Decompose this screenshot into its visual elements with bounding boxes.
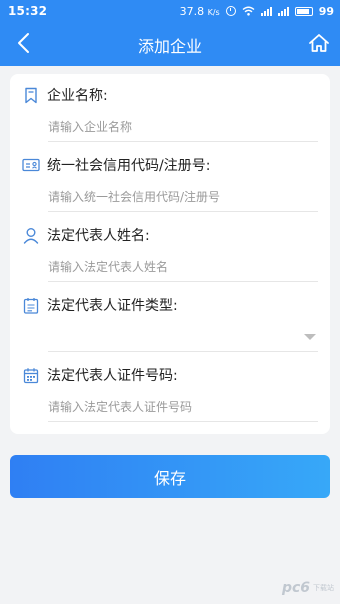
wifi-icon: [242, 6, 255, 16]
field-legal-rep-name: 法定代表人姓名:: [10, 214, 330, 284]
field-credit-code: 统一社会信用代码/注册号:: [10, 144, 330, 214]
field-id-type: 法定代表人证件类型:: [10, 284, 330, 354]
field-label: 统一社会信用代码/注册号:: [47, 158, 211, 174]
field-label-row: 企业名称:: [22, 84, 108, 106]
id-number-input[interactable]: [48, 392, 318, 422]
battery-level: 99: [318, 4, 334, 18]
alarm-icon: [225, 6, 236, 16]
network-speed: 37.8 K/s: [180, 5, 220, 18]
field-id-number: 法定代表人证件号码:: [10, 354, 330, 424]
clipboard-icon: [22, 296, 40, 314]
calendar-icon: [22, 366, 40, 384]
page-title: 添加企业: [137, 37, 202, 56]
field-company-name: 企业名称:: [10, 74, 330, 144]
battery-icon: [294, 6, 313, 16]
bookmark-icon: [22, 86, 40, 104]
watermark-text: 下载站: [313, 584, 334, 592]
form-card: 企业名称: 统一社会信用代码/注册号:: [10, 74, 330, 434]
watermark: pc6 下载站: [282, 580, 334, 596]
field-label: 法定代表人姓名:: [47, 228, 150, 244]
field-label: 企业名称:: [47, 88, 108, 104]
save-button[interactable]: 保存: [10, 455, 330, 498]
person-icon: [22, 226, 40, 244]
signal-icon-2: [277, 6, 289, 16]
network-speed-unit: K/s: [207, 7, 220, 17]
signal-icon: [260, 6, 272, 16]
caret-down-icon: [304, 334, 316, 340]
legal-rep-name-input[interactable]: [48, 252, 318, 282]
app-header: 15:32 37.8 K/s 99 添加企业: [0, 0, 340, 66]
status-bar: 15:32 37.8 K/s 99: [0, 0, 340, 22]
id-card-icon: [22, 156, 40, 174]
network-speed-value: 37.8: [179, 4, 205, 18]
id-type-select[interactable]: [48, 322, 318, 352]
field-label-row: 法定代表人证件号码:: [22, 364, 178, 386]
field-label-row: 统一社会信用代码/注册号:: [22, 154, 210, 176]
status-time: 15:32: [8, 4, 48, 18]
credit-code-input[interactable]: [48, 182, 318, 212]
field-label-row: 法定代表人姓名:: [22, 224, 150, 246]
field-label: 法定代表人证件类型:: [47, 298, 178, 314]
field-label-row: 法定代表人证件类型:: [22, 294, 178, 316]
field-label: 法定代表人证件号码:: [47, 368, 178, 384]
title-bar: 添加企业: [0, 22, 340, 66]
home-button[interactable]: [306, 30, 332, 56]
company-name-input[interactable]: [48, 112, 318, 142]
watermark-brand: pc6: [281, 580, 310, 596]
status-icons: 37.8 K/s 99: [180, 5, 334, 18]
home-icon: [309, 34, 329, 52]
